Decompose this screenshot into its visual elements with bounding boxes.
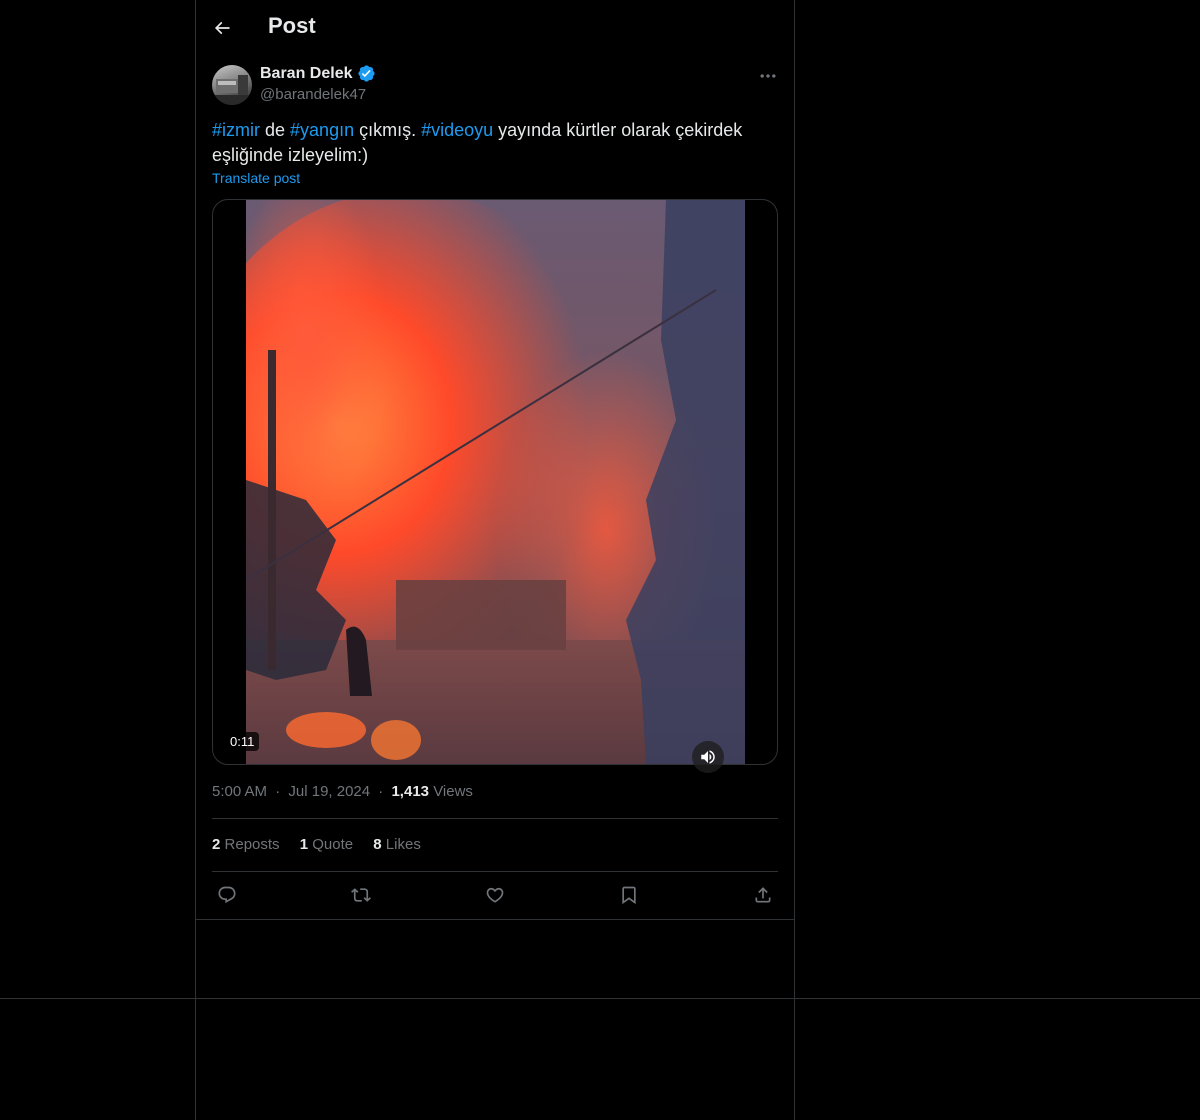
likes-label: Likes — [385, 836, 421, 853]
divider — [212, 818, 778, 819]
bookmark-button[interactable] — [614, 880, 644, 910]
quotes-label: Quote — [312, 836, 354, 853]
hashtag-videoyu[interactable]: #videoyu — [421, 120, 493, 140]
verified-badge-icon — [357, 65, 375, 82]
post-meta: 5:00 AM · Jul 19, 2024 · 1,413 Views — [212, 783, 473, 800]
reposts-count: 2 — [212, 836, 221, 853]
back-button[interactable] — [206, 12, 238, 44]
bookmark-icon — [622, 886, 636, 905]
post-text-part: çıkmış. — [354, 120, 422, 140]
mute-button[interactable] — [692, 741, 724, 773]
repost-button[interactable] — [346, 880, 376, 910]
page-title: Post — [268, 13, 316, 38]
like-icon — [486, 887, 504, 903]
quotes-count: 1 — [299, 836, 309, 853]
more-icon — [760, 74, 776, 78]
divider — [212, 871, 778, 872]
views-count: 1,413 — [391, 783, 430, 800]
quotes-stat[interactable]: 1 Quote — [300, 836, 353, 853]
share-icon — [755, 887, 771, 903]
post-time[interactable]: 5:00 AM — [212, 783, 267, 800]
more-button[interactable] — [754, 62, 782, 90]
author-handle[interactable]: @barandelek47 — [260, 86, 366, 103]
likes-stat[interactable]: 8 Likes — [373, 836, 421, 853]
engagement-stats: 2 Reposts 1 Quote 8 Likes — [212, 836, 437, 853]
repost-icon — [351, 888, 371, 902]
separator: · — [378, 783, 384, 800]
like-button[interactable] — [480, 880, 510, 910]
separator: · — [275, 783, 281, 800]
divider — [0, 998, 1200, 999]
views-label: Views — [433, 783, 473, 800]
reply-button[interactable] — [212, 880, 242, 910]
hashtag-yangin[interactable]: #yangın — [290, 120, 354, 140]
video-player[interactable] — [212, 199, 778, 765]
hashtag-izmir[interactable]: #izmir — [212, 120, 260, 140]
column-border-right — [794, 0, 795, 1120]
post-text-part: de — [260, 120, 291, 140]
translate-post-link[interactable]: Translate post — [212, 170, 300, 186]
post-text: #izmir de #yangın çıkmış. #videoyu yayın… — [212, 118, 772, 168]
author-name[interactable]: Baran Delek — [260, 64, 376, 83]
divider — [196, 919, 794, 920]
avatar[interactable] — [212, 65, 252, 105]
author-name-text: Baran Delek — [260, 64, 353, 82]
likes-count: 8 — [373, 836, 382, 853]
speaker-icon — [701, 750, 715, 764]
video-frame[interactable] — [246, 200, 745, 764]
reply-icon — [218, 886, 236, 904]
reposts-stat[interactable]: 2 Reposts — [212, 836, 280, 853]
back-arrow-icon — [214, 21, 230, 35]
video-duration: 0:11 — [225, 732, 260, 751]
post-date[interactable]: Jul 19, 2024 — [288, 783, 370, 800]
share-button[interactable] — [748, 880, 778, 910]
column-border-left — [195, 0, 196, 1120]
reposts-label: Reposts — [224, 836, 280, 853]
